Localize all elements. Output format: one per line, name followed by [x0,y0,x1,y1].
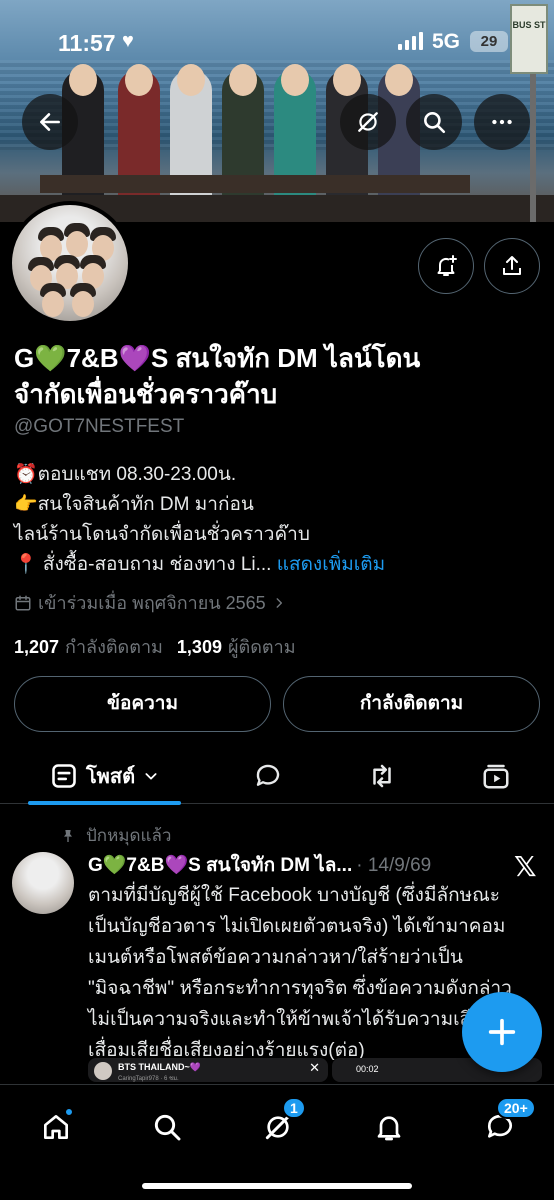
notifications-icon [377,1116,401,1141]
back-button[interactable] [22,94,78,150]
post-author-avatar[interactable] [12,852,74,914]
bus-stop-pole [530,74,536,222]
nav-search[interactable] [139,1099,195,1155]
pinned-text: ปักหมุดแล้ว [86,826,172,845]
message-button[interactable]: ข้อความ [14,676,271,732]
notify-button[interactable] [418,238,474,294]
tab-media[interactable] [468,748,524,804]
show-more-link[interactable]: แสดงเพิ่มเติม [277,554,385,575]
posts-icon [52,764,76,788]
pinned-label: ปักหมุดแล้ว [60,822,171,849]
heart-icon: ♥ [122,30,134,52]
chevron-right-icon [276,597,282,608]
joined-date[interactable]: เข้าร่วมเมื่อ พฤศจิกายน 2565 [14,588,286,617]
network-type: 5G [432,30,461,53]
preview-subtitle: CaringTapir978 · 6 ชม. [118,1076,179,1082]
share-button[interactable] [484,238,540,294]
post-line: "มิจฉาชีพ" หรือกระทำการทุจริต ซึ่งข้อควา… [88,978,512,999]
bottom-nav: 1 20+ [0,1084,554,1200]
follow-stats: 1,207 กำลังติดตาม 1,309 ผู้ติดตาม [14,632,296,661]
plus-icon [488,1018,516,1046]
back-arrow-icon [40,113,60,131]
following-label: กำลังติดตาม [65,637,163,657]
following-count: 1,207 [14,637,60,657]
bio-line: ไลน์ร้านโดนจำกัดเพื่อนชั่วคราวค๊าบ [14,524,310,545]
followers-count: 1,309 [176,637,222,657]
nav-notifications[interactable] [361,1099,417,1155]
bio-line-last: 📍 สั่งซื้อ-สอบถาม ช่องทาง Li... แสดงเพิ่… [14,550,534,580]
joined-label: เข้าร่วมเมื่อ พฤศจิกายน 2565 [38,593,266,613]
retweet-icon [373,764,391,788]
share-icon [503,256,521,275]
nav-messages[interactable]: 20+ [472,1097,536,1155]
bio-line: 📍 สั่งซื้อ-สอบถาม ช่องทาง Li... [14,554,272,575]
following-button[interactable]: กำลังติดตาม [283,676,540,732]
tab-posts-label: โพสต์ [85,766,136,788]
following-stat[interactable]: 1,207 กำลังติดตาม [14,632,163,661]
display-name: G💚7&B💜S สนใจทัก DM ไลน์โดน จำกัดเพื่อนชั… [14,340,534,412]
bio-line: 👉สนใจสินค้าทัก DM มาก่อน [14,494,254,515]
tab-replies[interactable] [240,748,296,804]
followers-label: ผู้ติดตาม [227,637,296,657]
battery-indicator: 29 [470,31,508,52]
post-line: เมนต์หรือโพสต์ข้อความกล่าวหา/ใส่ร้ายว่าเ… [88,947,463,968]
post-header: G💚7&B💜S สนใจทัก DM ไล... · 14/9/69 [88,850,431,880]
banner-bench [40,175,470,193]
profile-bio: ⏰ตอบแชท 08.30-23.00น. 👉สนใจสินค้าทัก DM … [14,460,534,580]
calendar-icon [15,595,31,610]
nav-grok[interactable]: 1 [250,1097,306,1155]
messages-badge: 20+ [496,1097,536,1119]
home-indicator[interactable] [142,1183,412,1189]
status-time: 11:57 [58,30,116,56]
tab-posts-indicator [28,801,181,805]
status-bar: 11:57 ♥ 5G 29 [0,0,554,84]
post-media-preview[interactable]: BTS THAILAND~💜 CaringTapir978 · 6 ชม. ✕ [88,1058,328,1082]
search-icon [154,1114,181,1141]
display-name-line: G💚7&B💜S สนใจทัก DM ไลน์โดน [14,343,421,373]
profile-handle: @GOT7NESTFEST [14,416,185,437]
chevron-down-icon [145,773,157,780]
bell-plus-icon [437,255,457,276]
preview-video-time: 00:02 [356,1064,379,1074]
pin-icon [64,829,72,842]
search-icon [424,112,446,134]
x-logo-icon: 𝕏 [514,851,537,882]
more-icon [492,119,512,125]
post-date-value: 14/9/69 [367,855,432,876]
search-button[interactable] [406,94,462,150]
tab-reposts[interactable] [354,748,410,804]
replies-icon [256,764,280,786]
media-icon [483,764,509,789]
preview-title: BTS THAILAND~💜 [118,1062,201,1072]
compose-button[interactable] [462,992,542,1072]
profile-avatar[interactable] [8,201,132,325]
profile-tabs: โพสต์ [0,748,554,804]
grok-button[interactable] [340,94,396,150]
close-icon: ✕ [309,1060,320,1075]
post-line: ตามที่มีบัญชีผู้ใช้ Facebook บางบัญชี (ซ… [88,885,500,906]
home-notification-dot [64,1107,74,1117]
grok-badge: 1 [282,1097,306,1119]
tab-posts[interactable]: โพสต์ [28,748,181,804]
bio-line: ⏰ตอบแชท 08.30-23.00น. [14,464,237,485]
post-author-name[interactable]: G💚7&B💜S สนใจทัก DM ไล... [88,855,352,876]
preview-avatar [94,1062,112,1080]
nav-home[interactable] [28,1099,84,1155]
signal-icon [398,32,423,50]
more-button[interactable] [474,94,530,150]
post-line: เป็นบัญชีอวตาร ไม่เปิดเผยตัวตนจริง) ได้เ… [88,916,506,937]
display-name-line: จำกัดเพื่อนชั่วคราวค๊าบ [14,379,278,409]
grok-icon [358,112,378,132]
followers-stat[interactable]: 1,309 ผู้ติดตาม [177,632,296,661]
post-date: · 14/9/69 [356,855,432,876]
